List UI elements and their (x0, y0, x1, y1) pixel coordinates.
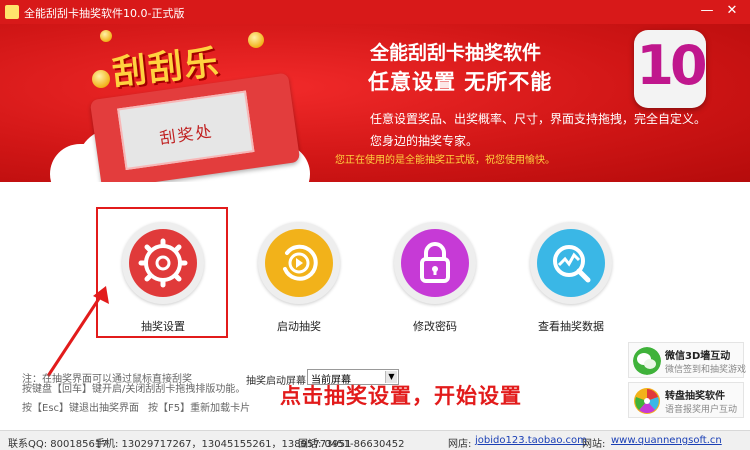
version-notice: 您正在使用的是全能抽奖正式版，祝您使用愉快。 (335, 155, 555, 166)
feature-circle[interactable] (258, 222, 340, 304)
lock-icon (420, 242, 450, 283)
note-drag: 按键盘【回车】键开启/关闭刮刮卡拖拽排版功能。 (22, 384, 246, 395)
arrow-icon (46, 286, 109, 377)
change-password-button[interactable]: 修改密码 (380, 222, 490, 334)
description: 任意设置奖品、出奖概率、尺寸，界面支持拖拽，完全自定义。 (370, 112, 707, 126)
instruction-hint: 点击抽奖设置，开始设置 (280, 384, 522, 408)
feature-circle[interactable] (394, 222, 476, 304)
feature-circle[interactable] (530, 222, 612, 304)
wheel-icon (634, 388, 660, 414)
app-name: 全能刮刮卡抽奖软件 (370, 42, 542, 64)
hotkey-f5: 按【F5】重新加载卡片 (148, 403, 251, 414)
shop-label: 网店: (448, 439, 472, 450)
close-button[interactable]: ✕ (722, 2, 742, 20)
status-bar: 联系QQ: 800185617 手机: 13029717267，13045155… (0, 430, 750, 450)
contact-qq: 联系QQ: 800185617 (8, 439, 108, 450)
feature-label[interactable]: 启动抽奖 (244, 318, 354, 334)
feature-label[interactable]: 修改密码 (380, 318, 490, 334)
version-badge: 10 (634, 30, 708, 108)
start-lottery-button[interactable]: 启动抽奖 (244, 222, 354, 334)
coin-icon (100, 30, 112, 42)
side-card-subtitle: 语音报奖用户互动 (665, 405, 738, 415)
website-link[interactable]: www.quannengsoft.cn (611, 435, 722, 446)
version-badge-number: 10 (636, 34, 707, 97)
coin-icon (92, 70, 110, 88)
title-bar[interactable]: 全能刮刮卡抽奖软件10.0-正式版 — ✕ (0, 0, 750, 24)
window-title: 全能刮刮卡抽奖软件10.0-正式版 (24, 7, 185, 20)
side-card-title: 转盘抽奖软件 (665, 391, 725, 402)
scratch-label: 刮奖处 (158, 121, 215, 148)
wechat-icon (633, 347, 661, 375)
app-window: 全能刮刮卡抽奖软件10.0-正式版 — ✕ 刮奖处 刮刮乐 全能刮刮卡抽奖软件 … (0, 0, 750, 450)
minimize-button[interactable]: — (697, 2, 717, 20)
coin-icon (248, 32, 264, 48)
chart-search-icon (553, 245, 591, 283)
shop-link[interactable]: jobido123.taobao.com (475, 435, 587, 446)
wheel-lottery-link[interactable]: 转盘抽奖软件 语音报奖用户互动 (628, 382, 744, 418)
feature-circle-inner[interactable] (537, 229, 605, 297)
banner: 刮奖处 刮刮乐 全能刮刮卡抽奖软件 任意设置 无所不能 任意设置奖品、出奖概率、… (0, 24, 750, 182)
scratch-area: 刮奖处 (117, 90, 255, 171)
feature-circle-inner[interactable] (265, 229, 333, 297)
app-icon (5, 5, 19, 19)
website-label: 网站: (582, 439, 606, 450)
feature-label[interactable]: 查看抽奖数据 (516, 318, 626, 334)
wechat-3d-wall-link[interactable]: 微信3D墙互动 微信签到和抽奖游戏 (628, 342, 747, 378)
hotkey-esc: 按【Esc】键退出抽奖界面 (22, 403, 140, 414)
slogan: 任意设置 无所不能 (368, 70, 553, 94)
side-card-subtitle: 微信签到和抽奖游戏 (665, 365, 747, 375)
contact-tel: 固话: 0451-86630452 (298, 439, 405, 450)
side-card-title: 微信3D墙互动 (665, 351, 731, 362)
tagline: 您身边的抽奖专家。 (370, 134, 479, 148)
view-lottery-data-button[interactable]: 查看抽奖数据 (516, 222, 626, 334)
feature-circle-inner[interactable] (401, 229, 469, 297)
play-icon (283, 244, 318, 281)
